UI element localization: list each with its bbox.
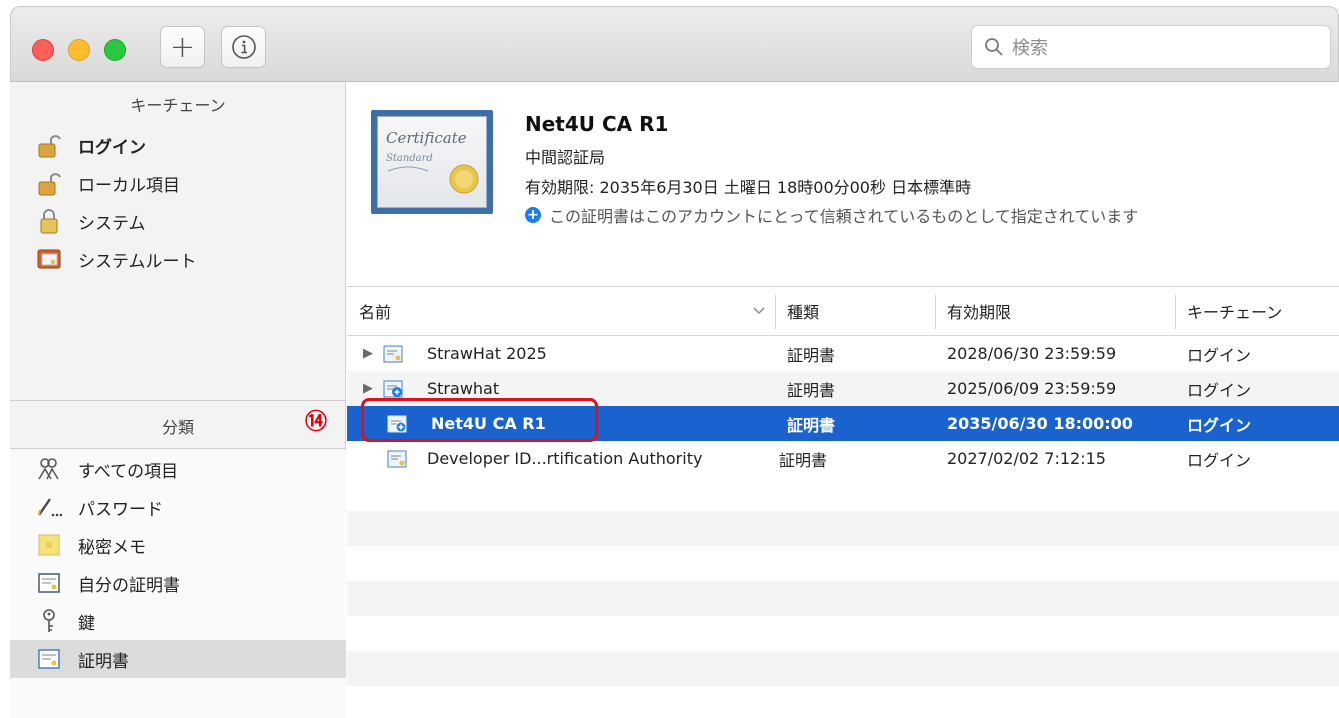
cert-keychain: ログイン [1187, 415, 1252, 435]
category-section-header: 分類 [161, 418, 194, 437]
certificate-type: 中間認証局 [525, 148, 606, 167]
certificate-folder-icon [36, 246, 62, 272]
sidebar-item-label: システムルート [78, 251, 197, 272]
plus-icon: + [169, 29, 196, 65]
cert-keychain: ログイン [1187, 450, 1252, 470]
cert-name: Developer ID...rtification Authority [427, 449, 703, 468]
zoom-window-button[interactable] [104, 39, 126, 61]
cert-keychain: ログイン [1187, 380, 1252, 400]
key-icon [36, 608, 62, 634]
cert-kind: 証明書 [787, 380, 836, 400]
table-row[interactable]: Developer ID...rtification Authority 証明書… [347, 441, 1339, 476]
divider [10, 448, 346, 449]
sidebar-item-label: パスワード [78, 499, 163, 520]
empty-row [347, 581, 1339, 616]
empty-row [347, 651, 1339, 686]
table-row[interactable]: ▶ StrawHat 2025 証明書 2028/06/30 23:59:59 … [347, 336, 1339, 371]
cert-expires: 2025/06/09 23:59:59 [947, 379, 1117, 398]
unlocked-padlock-icon [36, 132, 62, 158]
column-separator [775, 295, 776, 329]
certificate-icon [36, 570, 62, 596]
cert-kind: 証明書 [779, 450, 828, 470]
trust-status-text: この証明書はこのアカウントにとって信頼されているものとして指定されています [549, 207, 1139, 226]
certificates-table: 名前 種類 有効期限 キーチェーン ▶ StrawHat 2025 証明書 20… [347, 286, 1339, 718]
certificate-icon [383, 336, 403, 371]
sidebar-item-secure-notes[interactable]: 秘密メモ [10, 526, 346, 564]
sidebar-item-label: ログイン [78, 137, 146, 158]
column-separator [1175, 295, 1176, 329]
cert-image-subtext: Standard [386, 153, 433, 164]
certificate-icon [36, 646, 62, 672]
sidebar-item-label: 鍵 [78, 613, 95, 634]
table-header: 名前 種類 有効期限 キーチェーン [347, 286, 1339, 336]
note-icon [36, 532, 62, 558]
toolbar: + 検索 [10, 6, 1339, 82]
sidebar-item-certificates[interactable]: 証明書 [10, 640, 346, 678]
info-button[interactable] [221, 26, 266, 68]
step-number-badge: ⑭ [304, 410, 327, 435]
empty-row [347, 511, 1339, 546]
sidebar: キーチェーン ログイン ローカル項目 システム システムルート 分類 すべての項… [10, 82, 346, 718]
padlock-icon [36, 208, 62, 234]
plus-circle-icon: + [525, 207, 541, 223]
certificate-expiry: 有効期限: 2035年6月30日 土曜日 18時00分00秒 日本標準時 [525, 178, 972, 197]
certificate-large-icon: Certificate Standard [371, 110, 493, 214]
sidebar-item-system-roots[interactable]: システムルート [10, 240, 346, 278]
column-separator [935, 295, 936, 329]
highlight-annotation-box [361, 398, 598, 442]
minimize-window-button[interactable] [68, 39, 90, 61]
certificate-icon [387, 441, 407, 476]
keychain-access-window: + 検索 キーチェーン ログイン ローカル項目 システム システムルート 分類 … [0, 0, 1339, 718]
sidebar-item-passwords[interactable]: パスワード [10, 488, 346, 526]
search-icon [985, 38, 1003, 56]
sidebar-item-label: すべての項目 [78, 461, 179, 482]
column-header-kind[interactable]: 種類 [787, 287, 819, 335]
pen-icon [36, 494, 62, 520]
cert-expires: 2035/06/30 18:00:00 [947, 414, 1133, 433]
sidebar-item-all-items[interactable]: すべての項目 [10, 450, 346, 488]
column-header-expires[interactable]: 有効期限 [947, 287, 1011, 335]
disclosure-triangle-icon[interactable]: ▶ [363, 336, 373, 371]
cert-kind: 証明書 [787, 415, 836, 435]
keychain-section-header: キーチェーン [130, 96, 226, 115]
cert-expires: 2027/02/02 7:12:15 [947, 449, 1106, 468]
sidebar-item-label: システム [78, 213, 146, 234]
add-item-button[interactable]: + [160, 26, 205, 68]
certificate-title: Net4U CA R1 [525, 112, 669, 136]
sidebar-item-label: ローカル項目 [78, 175, 180, 196]
people-icon [36, 456, 62, 482]
cert-kind: 証明書 [787, 345, 836, 365]
cert-image-text: Certificate [386, 129, 467, 147]
sidebar-item-local-items[interactable]: ローカル項目 [10, 164, 346, 202]
search-placeholder: 検索 [1012, 38, 1048, 59]
sidebar-item-system[interactable]: システム [10, 202, 346, 240]
column-header-name[interactable]: 名前 [359, 287, 391, 335]
divider [10, 400, 346, 401]
certificate-detail-pane: Certificate Standard Net4U CA R1 中間認証局 有… [347, 82, 1339, 286]
search-field[interactable]: 検索 [971, 25, 1331, 69]
info-icon [231, 35, 256, 59]
sort-chevron-icon[interactable] [753, 287, 765, 335]
column-header-keychain[interactable]: キーチェーン [1187, 287, 1282, 335]
cert-keychain: ログイン [1187, 345, 1252, 365]
cert-name: StrawHat 2025 [427, 344, 547, 363]
close-window-button[interactable] [32, 39, 54, 61]
sidebar-item-my-certificates[interactable]: 自分の証明書 [10, 564, 346, 602]
sidebar-item-label: 証明書 [78, 651, 129, 672]
sidebar-item-keys[interactable]: 鍵 [10, 602, 346, 640]
sidebar-item-label: 自分の証明書 [78, 575, 180, 596]
unlocked-padlock-icon [36, 170, 62, 196]
trust-status: + この証明書はこのアカウントにとって信頼されているものとして指定されています [525, 203, 1138, 227]
sidebar-item-label: 秘密メモ [78, 537, 146, 558]
cert-expires: 2028/06/30 23:59:59 [947, 344, 1117, 363]
sidebar-item-login[interactable]: ログイン [10, 126, 346, 164]
